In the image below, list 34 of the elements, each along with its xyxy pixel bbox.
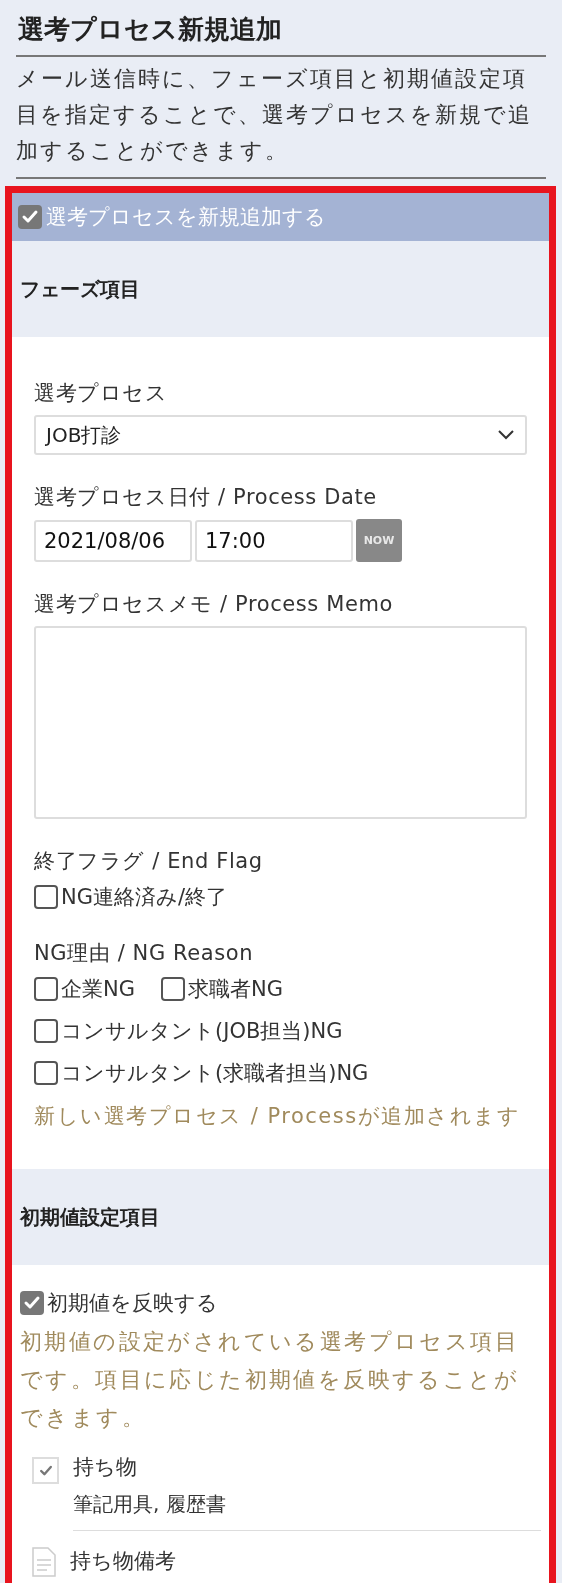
field-label: 選考プロセス bbox=[34, 380, 169, 407]
checkbox[interactable] bbox=[34, 1019, 58, 1043]
checkbox-label: 初期値を反映する bbox=[47, 1290, 218, 1317]
checkbox[interactable] bbox=[34, 1061, 58, 1085]
caret-icon bbox=[497, 429, 515, 441]
info-note: 初期値の設定がされている選考プロセス項目です。項目に応じた初期値を反映することができます。 bbox=[20, 1328, 520, 1432]
checkbox-label: 選考プロセスを新規追加する bbox=[46, 204, 326, 231]
checkbox-label: 企業NG bbox=[61, 976, 135, 1003]
page-title: 選考プロセス新規追加 bbox=[16, 6, 546, 57]
info-note: 新しい選考プロセス / Processが追加されます bbox=[34, 1103, 522, 1130]
field-label: 終了フラグ / End Flag bbox=[34, 848, 264, 875]
field-label: 選考プロセスメモ / Process Memo bbox=[34, 591, 394, 618]
checkbox[interactable] bbox=[161, 977, 185, 1001]
checkbox[interactable] bbox=[34, 885, 58, 909]
item-label: 持ち物備考 bbox=[70, 1548, 177, 1575]
memo-field[interactable] bbox=[34, 626, 527, 819]
checkbox[interactable] bbox=[18, 205, 42, 229]
section-title: 初期値設定項目 bbox=[20, 1203, 160, 1231]
checkbox-label: NG連絡済み/終了 bbox=[61, 884, 228, 911]
document-icon bbox=[32, 1547, 56, 1577]
checkbox[interactable] bbox=[34, 977, 58, 1001]
description-text: メール送信時に、フェーズ項目と初期値設定項目を指定することで、選考プロセスを新規で追加することができます。 bbox=[16, 57, 546, 179]
checkbox-label: 求職者NG bbox=[188, 976, 283, 1003]
field-label: 選考プロセス日付 / Process Date bbox=[34, 484, 378, 511]
checkbox-label: コンサルタント(JOB担当)NG bbox=[61, 1018, 343, 1045]
item-value: 筆記用具, 履歴書 bbox=[73, 1491, 227, 1518]
checkbox-label: コンサルタント(求職者担当)NG bbox=[61, 1060, 369, 1087]
field-label: NG理由 / NG Reason bbox=[34, 940, 255, 967]
date-field[interactable]: 2021/08/06 bbox=[34, 519, 192, 562]
time-field[interactable]: 17:00 bbox=[195, 519, 353, 562]
item-label: 持ち物 bbox=[73, 1454, 138, 1481]
select-field[interactable]: JOB打診 bbox=[34, 415, 527, 455]
checkbox[interactable] bbox=[20, 1291, 44, 1315]
section-title: フェーズ項目 bbox=[20, 275, 140, 303]
